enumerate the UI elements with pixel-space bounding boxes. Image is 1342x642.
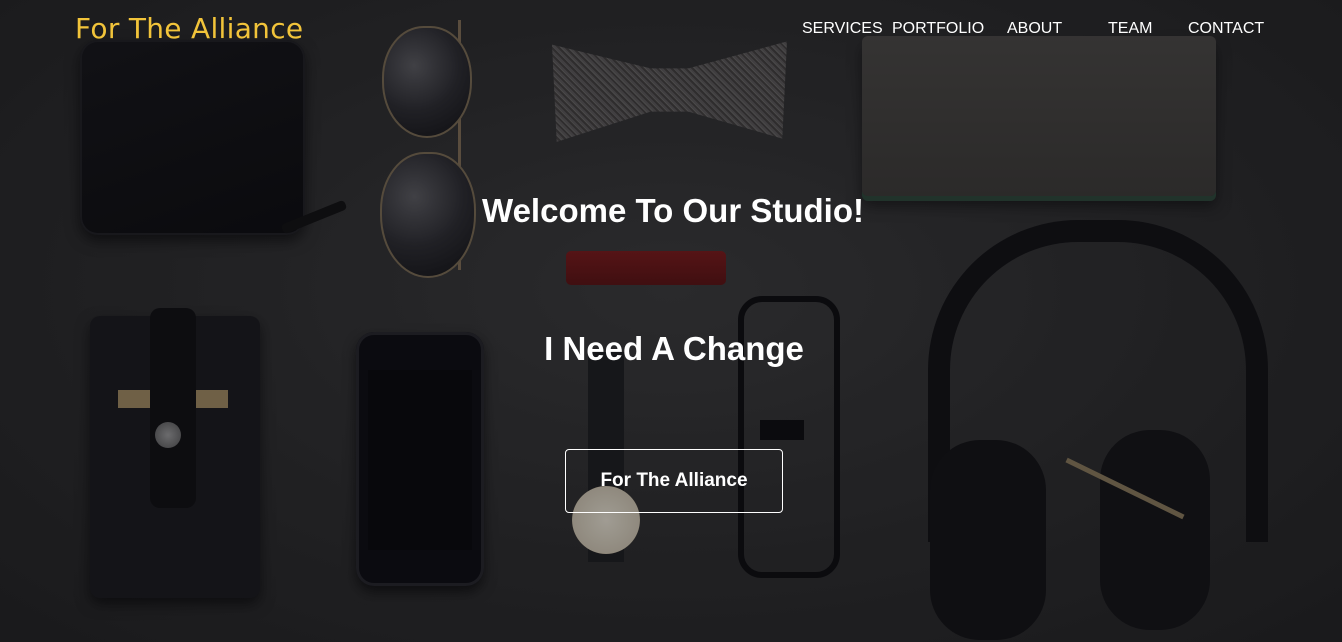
nav-about[interactable]: ABOUT	[1007, 20, 1062, 38]
nav-contact[interactable]: CONTACT	[1188, 20, 1264, 38]
nav-team[interactable]: TEAM	[1108, 20, 1152, 38]
dark-overlay	[0, 0, 1342, 642]
nav-portfolio[interactable]: PORTFOLIO	[892, 20, 984, 38]
hero-subtitle: I Need A Change	[544, 330, 804, 367]
hero-title: Welcome To Our Studio!	[482, 192, 864, 229]
top-nav: SERVICES PORTFOLIO ABOUT TEAM CONTACT	[0, 20, 1342, 42]
hero-background	[0, 0, 1342, 642]
cta-button[interactable]: For The Alliance	[565, 449, 783, 513]
nav-services[interactable]: SERVICES	[802, 20, 883, 38]
